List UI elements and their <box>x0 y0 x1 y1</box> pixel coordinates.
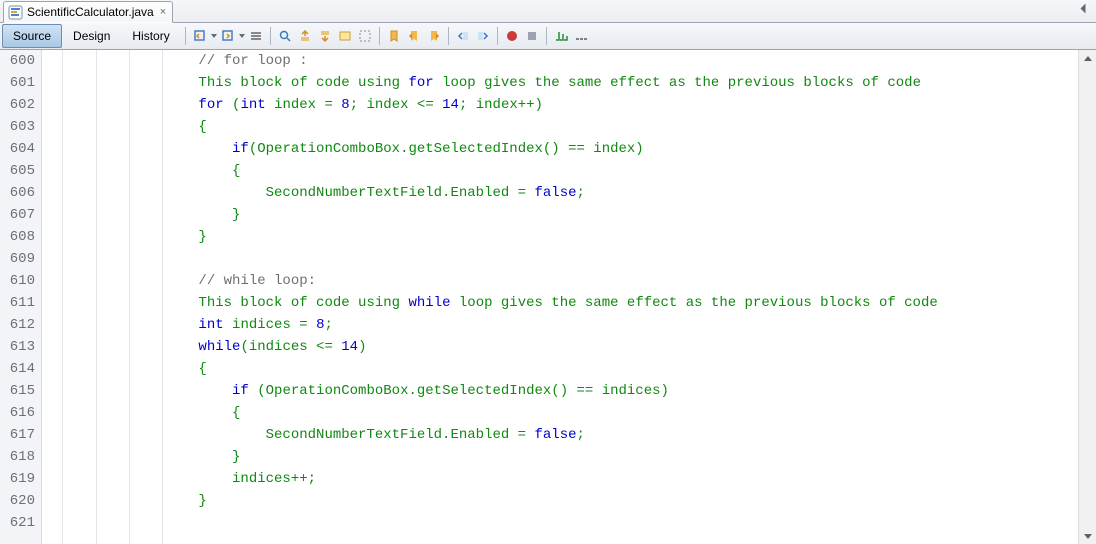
scroll-down-icon[interactable] <box>1079 528 1096 544</box>
forward-edit-drop-icon[interactable] <box>238 27 246 45</box>
fold-gutter <box>42 50 56 544</box>
line-number: 612 <box>0 314 35 336</box>
line-number: 615 <box>0 380 35 402</box>
code-line: for (int index = 8; index <= 14; index++… <box>64 94 1078 116</box>
editor-toolbar: Source Design History <box>0 23 1096 50</box>
code-line: This block of code using while loop give… <box>64 292 1078 314</box>
comment-icon[interactable] <box>552 27 570 45</box>
line-number: 620 <box>0 490 35 512</box>
code-editor[interactable]: 6006016026036046056066076086096106116126… <box>0 50 1096 544</box>
find-prev-icon[interactable] <box>296 27 314 45</box>
line-number: 606 <box>0 182 35 204</box>
line-number-gutter: 6006016026036046056066076086096106116126… <box>0 50 42 544</box>
java-file-icon <box>8 5 23 20</box>
line-number: 621 <box>0 512 35 534</box>
code-line: } <box>64 446 1078 468</box>
line-number: 613 <box>0 336 35 358</box>
file-tab-label: ScientificCalculator.java <box>27 5 154 19</box>
forward-edit-icon[interactable] <box>219 27 237 45</box>
code-line: } <box>64 490 1078 512</box>
code-line: { <box>64 358 1078 380</box>
code-line <box>64 248 1078 270</box>
code-line: } <box>64 226 1078 248</box>
code-line: { <box>64 402 1078 424</box>
line-number: 602 <box>0 94 35 116</box>
toolbar-separator <box>379 27 380 45</box>
code-line: } <box>64 204 1078 226</box>
find-next-icon[interactable] <box>316 27 334 45</box>
line-number: 601 <box>0 72 35 94</box>
line-number: 617 <box>0 424 35 446</box>
prev-bookmark-icon[interactable] <box>405 27 423 45</box>
line-number: 614 <box>0 358 35 380</box>
code-line: if (OperationComboBox.getSelectedIndex()… <box>64 380 1078 402</box>
line-number: 616 <box>0 402 35 424</box>
line-number: 603 <box>0 116 35 138</box>
toolbar-separator <box>185 27 186 45</box>
close-tab-icon[interactable]: × <box>160 6 166 18</box>
code-line <box>64 512 1078 534</box>
line-number: 611 <box>0 292 35 314</box>
line-number: 600 <box>0 50 35 72</box>
vertical-scrollbar[interactable] <box>1078 50 1096 544</box>
scroll-up-icon[interactable] <box>1079 50 1096 67</box>
code-line: { <box>64 160 1078 182</box>
code-line: int indices = 8; <box>64 314 1078 336</box>
next-bookmark-icon[interactable] <box>425 27 443 45</box>
tab-history[interactable]: History <box>121 24 180 48</box>
line-number: 610 <box>0 270 35 292</box>
toolbar-separator <box>497 27 498 45</box>
find-selection-icon[interactable] <box>276 27 294 45</box>
code-line: // while loop: <box>64 270 1078 292</box>
line-number: 619 <box>0 468 35 490</box>
shift-right-icon[interactable] <box>474 27 492 45</box>
toggle-rect-icon[interactable] <box>356 27 374 45</box>
start-macro-icon[interactable] <box>503 27 521 45</box>
code-line: while(indices <= 14) <box>64 336 1078 358</box>
code-line: SecondNumberTextField.Enabled = false; <box>64 182 1078 204</box>
line-number: 605 <box>0 160 35 182</box>
code-line: SecondNumberTextField.Enabled = false; <box>64 424 1078 446</box>
shift-left-icon[interactable] <box>454 27 472 45</box>
toggle-highlight-icon[interactable] <box>336 27 354 45</box>
tab-design[interactable]: Design <box>62 24 121 48</box>
file-tab-strip: ScientificCalculator.java × <box>0 0 1096 23</box>
code-line: indices++; <box>64 468 1078 490</box>
code-line: // for loop : <box>64 50 1078 72</box>
tab-source[interactable]: Source <box>2 24 62 48</box>
code-line: { <box>64 116 1078 138</box>
toolbar-separator <box>270 27 271 45</box>
last-edit-drop-icon[interactable] <box>210 27 218 45</box>
code-line: This block of code using for loop gives … <box>64 72 1078 94</box>
menu-drop-icon[interactable] <box>247 27 265 45</box>
line-number: 608 <box>0 226 35 248</box>
toggle-bookmark-icon[interactable] <box>385 27 403 45</box>
file-tab[interactable]: ScientificCalculator.java × <box>3 1 173 23</box>
toolbar-separator <box>448 27 449 45</box>
code-content: // for loop : This block of code using f… <box>56 50 1078 534</box>
line-number: 618 <box>0 446 35 468</box>
toolbar-separator <box>546 27 547 45</box>
stop-macro-icon[interactable] <box>523 27 541 45</box>
code-line: if(OperationComboBox.getSelectedIndex() … <box>64 138 1078 160</box>
code-area[interactable]: // for loop : This block of code using f… <box>56 50 1078 544</box>
line-number: 604 <box>0 138 35 160</box>
line-number: 609 <box>0 248 35 270</box>
uncomment-icon[interactable] <box>572 27 590 45</box>
last-edit-icon[interactable] <box>191 27 209 45</box>
line-number: 607 <box>0 204 35 226</box>
